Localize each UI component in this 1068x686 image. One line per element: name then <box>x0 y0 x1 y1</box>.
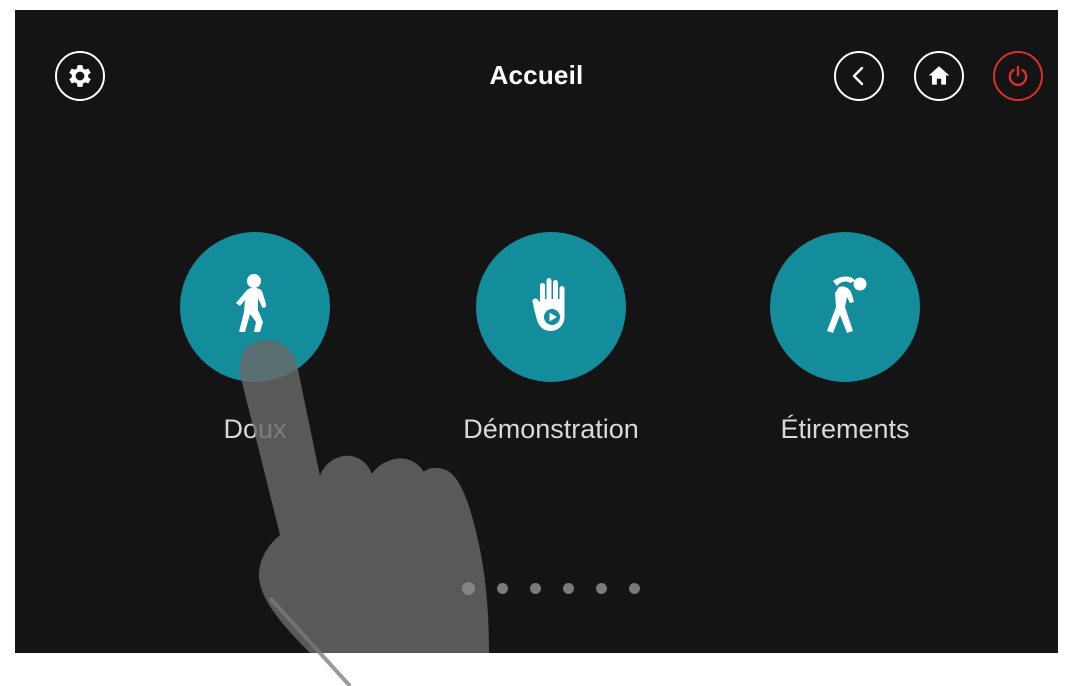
stretching-person-icon <box>819 273 871 342</box>
power-button[interactable] <box>993 51 1043 101</box>
back-button[interactable] <box>834 51 884 101</box>
mode-doux-circle[interactable] <box>180 232 330 382</box>
mode-label: Étirements <box>780 414 910 444</box>
page-dot[interactable] <box>629 582 640 594</box>
mode-label: Démonstration <box>463 414 639 444</box>
mode-demonstration-circle[interactable] <box>476 232 626 382</box>
page-dot[interactable] <box>596 582 607 594</box>
page-dot[interactable] <box>462 581 475 595</box>
home-icon <box>926 63 952 89</box>
mode-doux[interactable]: Doux <box>155 232 355 445</box>
page-indicator <box>462 580 662 596</box>
home-button[interactable] <box>914 51 964 101</box>
chevron-left-icon <box>847 64 871 88</box>
page-dot[interactable] <box>563 582 574 594</box>
mode-etirements[interactable]: Étirements <box>745 232 945 445</box>
power-icon <box>1005 63 1031 89</box>
page-title: Accueil <box>489 60 584 90</box>
mode-demonstration[interactable]: Démonstration <box>451 232 651 445</box>
walking-person-icon <box>230 272 280 343</box>
page-dot[interactable] <box>497 582 508 594</box>
mode-label: Doux <box>223 414 287 444</box>
device-screen: Accueil Doux Démonstration Étirements <box>15 10 1058 653</box>
page-dot[interactable] <box>530 582 541 594</box>
hand-play-icon <box>529 277 573 338</box>
mode-etirements-circle[interactable] <box>770 232 920 382</box>
